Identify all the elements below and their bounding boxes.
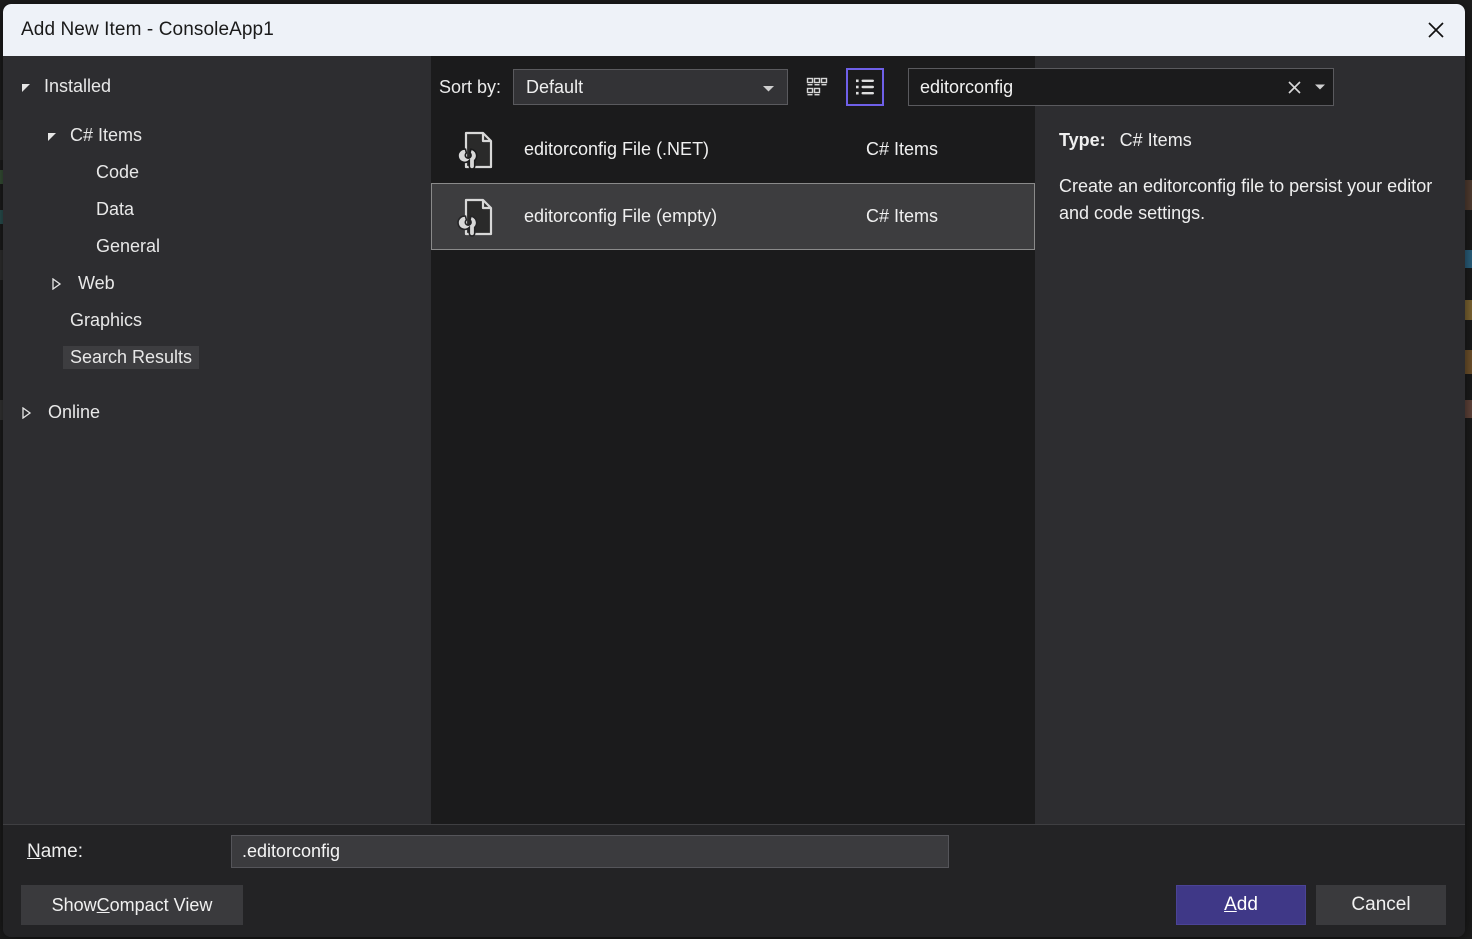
cancel-label: Cancel: [1351, 894, 1410, 916]
list-item-category: C# Items: [866, 206, 1034, 227]
sidebar-item-web[interactable]: Web: [3, 265, 431, 302]
detail-type-value: C# Items: [1120, 130, 1192, 151]
search-dropdown-icon[interactable]: [1307, 83, 1333, 91]
detail-type-label: Type:: [1059, 130, 1106, 151]
sidebar-item-general[interactable]: General: [3, 228, 431, 265]
chevron-collapsed-icon[interactable]: [45, 278, 67, 290]
sort-by-label: Sort by:: [439, 77, 501, 98]
detail-type-row: Type: C# Items: [1059, 130, 1439, 151]
name-label-rest: ame:: [41, 841, 83, 862]
chevron-down-icon: [762, 77, 775, 98]
add-new-item-dialog: Add New Item - ConsoleApp1 Installed C# …: [3, 4, 1465, 937]
dialog-title-bar: Add New Item - ConsoleApp1: [3, 4, 1465, 56]
sort-by-select[interactable]: Default: [513, 69, 788, 105]
compact-label-accelerator: C: [97, 895, 110, 916]
name-label-accelerator: N: [27, 841, 41, 862]
list-item-name: editorconfig File (.NET): [524, 139, 866, 160]
sidebar-item-graphics[interactable]: Graphics: [3, 302, 431, 339]
search-input[interactable]: [909, 77, 1281, 98]
list-item-name: editorconfig File (empty): [524, 206, 866, 227]
add-label-accelerator: A: [1224, 894, 1237, 916]
name-label: Name:: [27, 841, 83, 863]
sidebar-item-label: Graphics: [63, 309, 149, 332]
sidebar-item-csharp-items[interactable]: C# Items: [3, 117, 431, 154]
sidebar-item-code[interactable]: Code: [3, 154, 431, 191]
clear-search-icon[interactable]: [1281, 80, 1307, 95]
sidebar-item-installed[interactable]: Installed: [3, 68, 431, 105]
template-list[interactable]: editorconfig File (.NET) C# Items editor…: [431, 56, 1035, 824]
grid-view-icon[interactable]: [798, 68, 836, 106]
sort-by-value: Default: [526, 77, 762, 98]
compact-label-post: ompact View: [110, 895, 213, 916]
sidebar-item-search-results[interactable]: Search Results: [3, 339, 431, 376]
dialog-body: Installed C# Items Code Data General: [3, 56, 1465, 824]
list-item[interactable]: editorconfig File (.NET) C# Items: [431, 116, 1035, 183]
sidebar-item-label: C# Items: [63, 124, 149, 147]
editorconfig-file-icon: [450, 126, 498, 174]
editorconfig-file-icon: [450, 193, 498, 241]
chevron-expanded-icon[interactable]: [41, 130, 63, 142]
search-box[interactable]: [908, 68, 1334, 106]
list-item-category: C# Items: [866, 139, 1034, 160]
sidebar-item-data[interactable]: Data: [3, 191, 431, 228]
sidebar-item-label: Search Results: [63, 346, 199, 369]
sidebar-item-label: Code: [89, 161, 146, 184]
detail-pane: Type: C# Items Create an editorconfig fi…: [1035, 56, 1465, 824]
detail-description: Create an editorconfig file to persist y…: [1059, 173, 1439, 226]
compact-label-pre: Show: [52, 895, 97, 916]
sidebar-item-online[interactable]: Online: [3, 394, 431, 431]
dialog-footer: Name: Show Compact View Add Cancel: [3, 825, 1465, 937]
category-tree: Installed C# Items Code Data General: [3, 56, 431, 824]
sidebar-item-label: Data: [89, 198, 141, 221]
show-compact-view-button[interactable]: Show Compact View: [21, 885, 243, 925]
list-view-icon[interactable]: [846, 68, 884, 106]
sidebar-item-label: General: [89, 235, 167, 258]
chevron-expanded-icon[interactable]: [15, 81, 37, 93]
close-icon[interactable]: [1407, 4, 1465, 56]
sidebar-item-label: Web: [71, 272, 122, 295]
cancel-button[interactable]: Cancel: [1316, 885, 1446, 925]
chevron-collapsed-icon[interactable]: [15, 407, 37, 419]
add-button[interactable]: Add: [1176, 885, 1306, 925]
name-input[interactable]: [231, 835, 949, 868]
sidebar-item-label: Online: [41, 401, 107, 424]
sidebar-item-label: Installed: [37, 75, 118, 98]
dialog-title: Add New Item - ConsoleApp1: [21, 19, 274, 41]
list-item[interactable]: editorconfig File (empty) C# Items: [431, 183, 1035, 250]
add-label-post: dd: [1237, 894, 1258, 916]
